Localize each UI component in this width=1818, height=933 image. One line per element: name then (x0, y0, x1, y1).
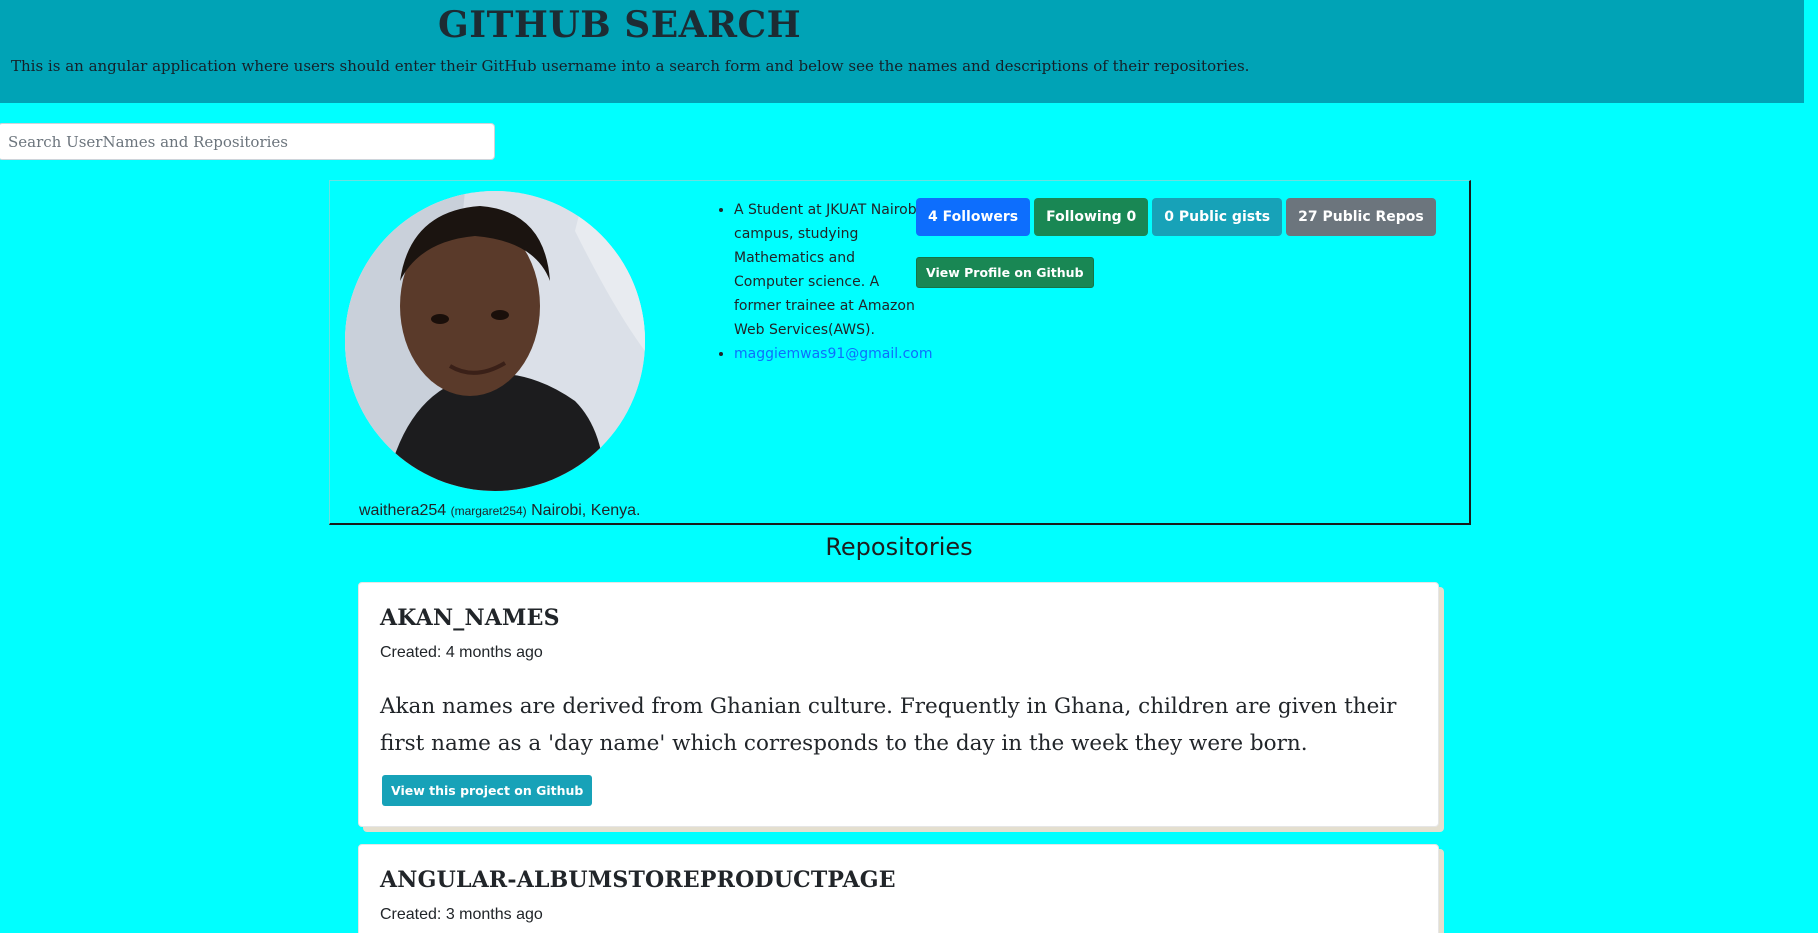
email-link[interactable]: maggiemwas91@gmail.com (734, 346, 933, 362)
following-badge[interactable]: Following 0 (1034, 198, 1149, 236)
profile-email-item: maggiemwas91@gmail.com (734, 342, 933, 366)
public-repos-badge[interactable]: 27 Public Repos (1286, 198, 1436, 236)
profile-caption: waithera254 (margaret254) Nairobi, Kenya… (359, 502, 641, 520)
public-gists-badge[interactable]: 0 Public gists (1152, 198, 1283, 236)
view-project-button[interactable]: View this project on Github (382, 775, 593, 806)
repositories-heading: Repositories (825, 533, 973, 561)
avatar-photo (345, 191, 645, 491)
repo-card: AKAN_NAMES Created: 4 months ago Akan na… (358, 582, 1439, 827)
followers-badge[interactable]: 4 Followers (916, 198, 1031, 236)
profile-location: Nairobi, Kenya. (531, 502, 641, 519)
page-header: GITHUB SEARCH This is an angular applica… (0, 0, 1804, 103)
stats-badges: 4 Followers Following 0 0 Public gists 2… (916, 198, 1436, 236)
profile-card: waithera254 (margaret254) Nairobi, Kenya… (329, 180, 1471, 525)
profile-name: waithera254 (359, 502, 447, 519)
repo-name: ANGULAR-ALBUMSTOREPRODUCTPAGE (380, 867, 896, 893)
view-profile-button[interactable]: View Profile on Github (916, 257, 1094, 288)
profile-details: A Student at JKUAT Nairobi campus, study… (714, 198, 933, 366)
repo-description: Akan names are derived from Ghanian cult… (380, 694, 1397, 756)
app-description: This is an angular application where use… (11, 57, 1250, 75)
repo-created: Created: 4 months ago (380, 644, 543, 661)
repo-name: AKAN_NAMES (380, 605, 560, 631)
search-input[interactable] (0, 123, 495, 160)
profile-login: (margaret254) (450, 504, 527, 518)
repo-created: Created: 3 months ago (380, 906, 543, 923)
profile-bio: A Student at JKUAT Nairobi campus, study… (734, 198, 924, 342)
avatar (345, 191, 645, 491)
page-title: GITHUB SEARCH (438, 4, 802, 46)
repo-card: ANGULAR-ALBUMSTOREPRODUCTPAGE Created: 3… (358, 844, 1439, 933)
